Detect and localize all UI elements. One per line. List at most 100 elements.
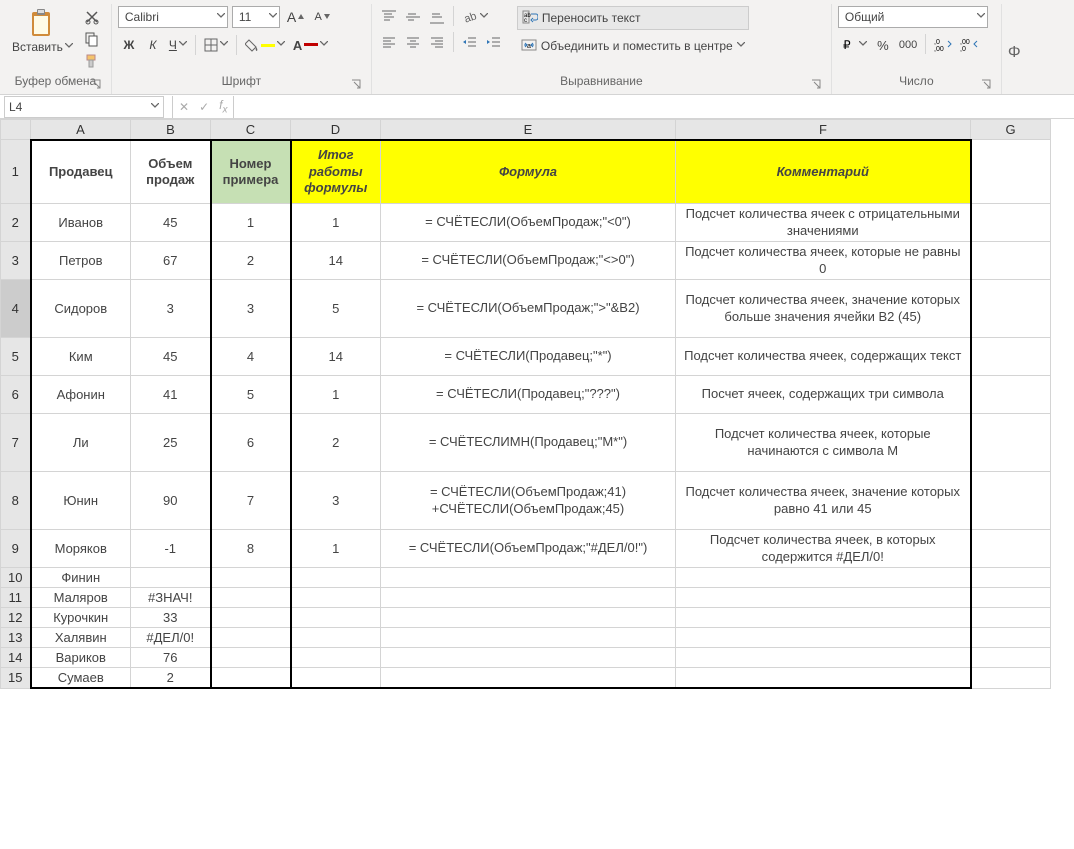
cell[interactable]: 14	[291, 242, 381, 280]
cell[interactable]	[971, 242, 1051, 280]
cell[interactable]: 76	[131, 648, 211, 668]
col-header[interactable]: G	[971, 120, 1051, 140]
cell[interactable]: 3	[211, 280, 291, 338]
cell[interactable]: 5	[291, 280, 381, 338]
cell[interactable]: #ЗНАЧ!	[131, 588, 211, 608]
cell[interactable]: 2	[131, 668, 211, 689]
align-center-button[interactable]	[402, 32, 424, 54]
cell[interactable]: = СЧЁТЕСЛИ(Продавец;"*")	[381, 338, 676, 376]
row-header[interactable]: 4	[1, 280, 31, 338]
cell[interactable]	[676, 568, 971, 588]
cell[interactable]: Подсчет количества ячеек, в которых соде…	[676, 530, 971, 568]
cell[interactable]	[971, 648, 1051, 668]
cell[interactable]: Халявин	[31, 628, 131, 648]
cell[interactable]: 67	[131, 242, 211, 280]
wrap-text-button[interactable]: abc Переносить текст	[517, 6, 749, 30]
cell[interactable]: = СЧЁТЕСЛИМН(Продавец;"М*")	[381, 414, 676, 472]
align-middle-button[interactable]	[402, 6, 424, 28]
cell[interactable]: Афонин	[31, 376, 131, 414]
alignment-launcher[interactable]	[811, 78, 821, 88]
cell[interactable]: Ли	[31, 414, 131, 472]
cell[interactable]	[971, 530, 1051, 568]
cell[interactable]	[676, 588, 971, 608]
col-header[interactable]: B	[131, 120, 211, 140]
cell[interactable]: 6	[211, 414, 291, 472]
align-right-button[interactable]	[426, 32, 448, 54]
cell[interactable]	[381, 568, 676, 588]
cell[interactable]	[381, 648, 676, 668]
cell[interactable]: Подсчет количества ячеек, которые не рав…	[676, 242, 971, 280]
row-header[interactable]: 9	[1, 530, 31, 568]
cell[interactable]: Финин	[31, 568, 131, 588]
cell[interactable]	[676, 648, 971, 668]
font-name-combo[interactable]: Calibri	[118, 6, 228, 28]
cell[interactable]	[971, 280, 1051, 338]
cell[interactable]	[971, 204, 1051, 242]
cell[interactable]: Иванов	[31, 204, 131, 242]
format-painter-button[interactable]	[83, 52, 101, 70]
row-header[interactable]: 15	[1, 668, 31, 689]
cell[interactable]: Подсчет количества ячеек с отрицательным…	[676, 204, 971, 242]
decrease-font-button[interactable]: A	[311, 6, 333, 28]
cell[interactable]	[131, 568, 211, 588]
cell[interactable]: = СЧЁТЕСЛИ(ОбъемПродаж;41) +СЧЁТЕСЛИ(Объ…	[381, 472, 676, 530]
cell[interactable]: 45	[131, 338, 211, 376]
cell[interactable]	[676, 608, 971, 628]
cell[interactable]: 14	[291, 338, 381, 376]
borders-button[interactable]	[201, 34, 231, 56]
cell[interactable]: 3	[131, 280, 211, 338]
cell[interactable]: Комментарий	[676, 140, 971, 204]
col-header[interactable]: E	[381, 120, 676, 140]
increase-indent-button[interactable]	[483, 32, 505, 54]
cell[interactable]: Формула	[381, 140, 676, 204]
cell[interactable]	[971, 338, 1051, 376]
cell[interactable]: = СЧЁТЕСЛИ(Продавец;"???")	[381, 376, 676, 414]
align-top-button[interactable]	[378, 6, 400, 28]
cell[interactable]: Итог работы формулы	[291, 140, 381, 204]
accounting-format-button[interactable]: ₽	[838, 34, 870, 56]
decrease-decimal-button[interactable]: ,00,0	[957, 34, 981, 56]
row-header[interactable]: 2	[1, 204, 31, 242]
row-header[interactable]: 11	[1, 588, 31, 608]
font-launcher[interactable]	[351, 78, 361, 88]
cell[interactable]	[211, 628, 291, 648]
col-header[interactable]: C	[211, 120, 291, 140]
cell[interactable]: 7	[211, 472, 291, 530]
row-header[interactable]: 6	[1, 376, 31, 414]
number-launcher[interactable]	[981, 78, 991, 88]
row-header[interactable]: 14	[1, 648, 31, 668]
percent-format-button[interactable]: %	[872, 34, 894, 56]
align-left-button[interactable]	[378, 32, 400, 54]
cell[interactable]: Продавец	[31, 140, 131, 204]
enter-formula-button[interactable]: ✓	[199, 100, 209, 114]
underline-button[interactable]: Ч	[166, 34, 190, 56]
row-header[interactable]: 1	[1, 140, 31, 204]
orientation-button[interactable]: ab	[459, 6, 491, 28]
cell[interactable]	[971, 568, 1051, 588]
cell[interactable]: Маляров	[31, 588, 131, 608]
cell[interactable]: Подсчет количества ячеек, которые начина…	[676, 414, 971, 472]
cell[interactable]: 2	[291, 414, 381, 472]
col-header[interactable]: A	[31, 120, 131, 140]
cell[interactable]: Курочкин	[31, 608, 131, 628]
cancel-formula-button[interactable]: ✕	[179, 100, 189, 114]
cell[interactable]: Подсчет количества ячеек, содержащих тек…	[676, 338, 971, 376]
cell[interactable]	[381, 668, 676, 689]
clipboard-launcher[interactable]	[91, 78, 101, 88]
cell[interactable]: 8	[211, 530, 291, 568]
copy-button[interactable]	[83, 30, 101, 48]
paste-button[interactable]: Вставить	[6, 6, 79, 56]
cell[interactable]: Сумаев	[31, 668, 131, 689]
cell[interactable]	[971, 414, 1051, 472]
cell[interactable]: Подсчет количества ячеек, значение котор…	[676, 472, 971, 530]
cell[interactable]	[381, 588, 676, 608]
cell[interactable]: = СЧЁТЕСЛИ(ОбъемПродаж;"<>0")	[381, 242, 676, 280]
cell[interactable]	[211, 588, 291, 608]
cell[interactable]: = СЧЁТЕСЛИ(ОбъемПродаж;">"&B2)	[381, 280, 676, 338]
cell[interactable]	[676, 668, 971, 689]
row-header[interactable]: 13	[1, 628, 31, 648]
cell[interactable]: Ким	[31, 338, 131, 376]
cell[interactable]: Сидоров	[31, 280, 131, 338]
cell[interactable]	[291, 668, 381, 689]
cell[interactable]	[211, 668, 291, 689]
